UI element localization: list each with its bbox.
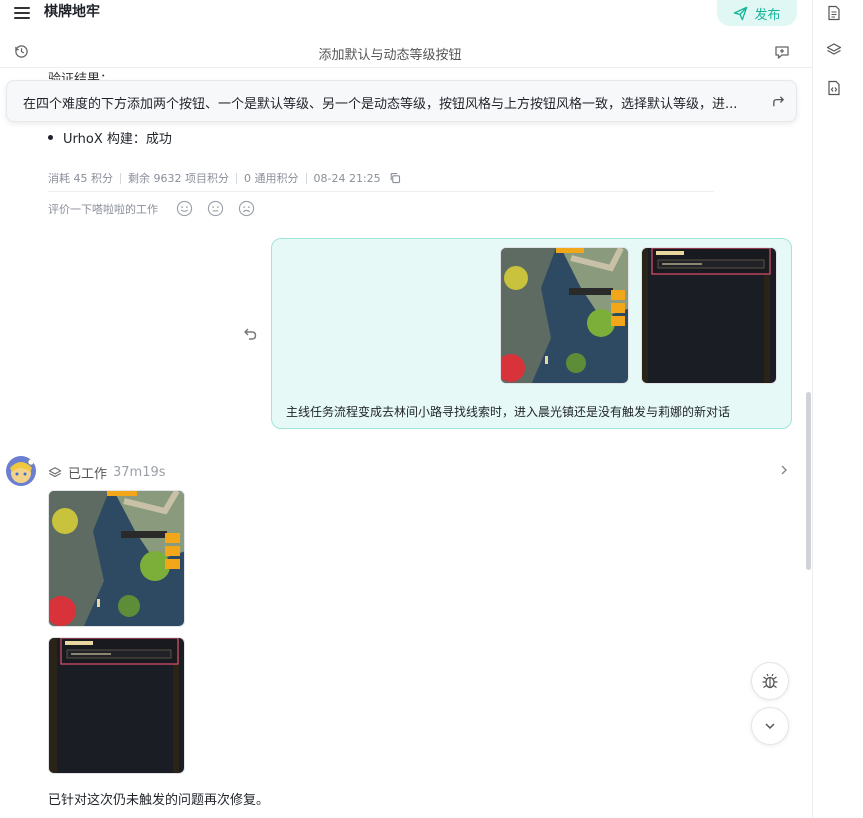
sad-icon[interactable]	[238, 200, 255, 217]
attachment-thumbnail[interactable]	[500, 247, 629, 384]
agent-work-status[interactable]: 已工作 37m19s	[48, 463, 166, 482]
top-bar: 棋牌地牢 发布	[0, 0, 812, 34]
chevron-down-icon	[765, 723, 775, 730]
agent-attachment-thumbnail[interactable]	[48, 490, 185, 627]
pinned-prompt-banner[interactable]: 在四个难度的下方添加两个按钮、一个是默认等级、另一个是动态等级，按钮风格与上方按…	[6, 80, 797, 122]
general-credits-text: 0 通用积分	[244, 172, 299, 185]
chat-add-icon[interactable]	[774, 44, 790, 60]
agent-reply-text: 已针对这次仍未触发的问题再次修复。	[48, 793, 270, 808]
status-label: 已工作	[68, 467, 108, 482]
scroll-to-bottom-button[interactable]	[751, 707, 789, 745]
smile-icon[interactable]	[176, 200, 193, 217]
user-message-text: 主线任务流程变成去林间小路寻找线索时，进入晨光镇还是没有触发与莉娜的新对话	[286, 405, 731, 419]
chevron-right-icon[interactable]	[778, 464, 790, 476]
game-map-image	[501, 248, 628, 383]
remaining-text: 剩余 9632 项目积分	[128, 172, 229, 185]
scrollbar-thumb[interactable]	[806, 392, 811, 570]
result-bullet: UrhoX 构建：成功	[48, 128, 172, 147]
game-map-image	[49, 491, 184, 626]
undo-icon[interactable]	[242, 326, 258, 342]
rating-row: 评价一下嗒啦啦的工作	[48, 200, 255, 217]
user-message-bubble: 主线任务流程变成去林间小路寻找线索时，进入晨光镇还是没有触发与莉娜的新对话	[271, 238, 792, 429]
layers-icon[interactable]	[826, 42, 842, 58]
menu-icon[interactable]	[14, 4, 30, 20]
copy-icon[interactable]	[389, 172, 401, 184]
pinned-prompt-text: 在四个难度的下方添加两个按钮、一个是默认等级、另一个是动态等级，按钮风格与上方按…	[23, 97, 738, 112]
publish-label: 发布	[754, 7, 781, 23]
redo-arrow-icon[interactable]	[771, 94, 786, 109]
agent-avatar	[6, 456, 36, 486]
layers-icon	[48, 466, 62, 477]
code-file-icon[interactable]	[826, 80, 842, 96]
work-duration: 37m19s	[113, 465, 166, 480]
credit-meta: 消耗 45 积分 剩余 9632 项目积分 0 通用积分 08-24 21:25	[48, 170, 401, 186]
document-icon[interactable]	[826, 5, 842, 21]
app-window: 棋牌地牢 发布 添加默认与动态等级按钮 在四个难度的下方添加两个按钮、一个是默认…	[0, 0, 863, 818]
conversation-title: 添加默认与动态等级按钮	[318, 48, 462, 63]
game-dialog-image	[642, 248, 776, 383]
timestamp: 08-24 21:25	[313, 171, 381, 185]
game-dialog-image	[49, 638, 184, 773]
agent-attachment-thumbnail[interactable]	[48, 637, 185, 774]
debug-button[interactable]	[751, 662, 789, 700]
conversation-header: 添加默认与动态等级按钮	[0, 36, 812, 68]
neutral-icon[interactable]	[207, 200, 224, 217]
bug-icon	[762, 673, 778, 689]
publish-button[interactable]: 发布	[717, 0, 797, 26]
rating-prompt: 评价一下嗒啦啦的工作	[48, 202, 158, 216]
send-icon	[734, 6, 748, 20]
cost-text: 消耗 45 积分	[48, 172, 113, 185]
attachment-thumbnail[interactable]	[641, 247, 777, 384]
right-rail	[812, 0, 863, 818]
app-title: 棋牌地牢	[44, 4, 100, 20]
divider	[48, 191, 714, 192]
